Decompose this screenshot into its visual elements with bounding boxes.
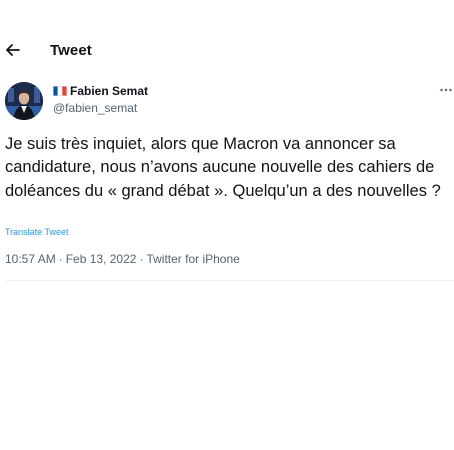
- meta-separator: ·: [139, 252, 144, 266]
- arrow-left-icon: [4, 38, 24, 62]
- back-button[interactable]: [4, 38, 24, 62]
- tweet-client[interactable]: Twitter for iPhone: [146, 252, 239, 266]
- tweet-date[interactable]: Feb 13, 2022: [66, 252, 137, 266]
- tweet-header: Tweet: [0, 32, 454, 70]
- page-title: Tweet: [50, 42, 92, 59]
- avatar[interactable]: [5, 82, 43, 120]
- author-display-name[interactable]: Fabien Semat: [70, 84, 148, 98]
- more-horizontal-icon: [438, 82, 454, 98]
- meta-separator: ·: [58, 252, 63, 266]
- divider: [5, 280, 454, 281]
- tweet-author: Fabien Semat @fabien_semat: [5, 82, 454, 122]
- author-name-row: Fabien Semat: [53, 84, 148, 102]
- france-flag-icon: [53, 86, 67, 96]
- tweet-time[interactable]: 10:57 AM: [5, 252, 56, 266]
- tweet-metadata: 10:57 AM · Feb 13, 2022 · Twitter for iPhone: [5, 252, 240, 266]
- translate-tweet-link[interactable]: Translate Tweet: [5, 227, 69, 237]
- more-options-button[interactable]: [438, 82, 454, 98]
- author-handle[interactable]: @fabien_semat: [53, 101, 137, 115]
- tweet-text: Je suis très inquiet, alors que Macron v…: [5, 135, 441, 200]
